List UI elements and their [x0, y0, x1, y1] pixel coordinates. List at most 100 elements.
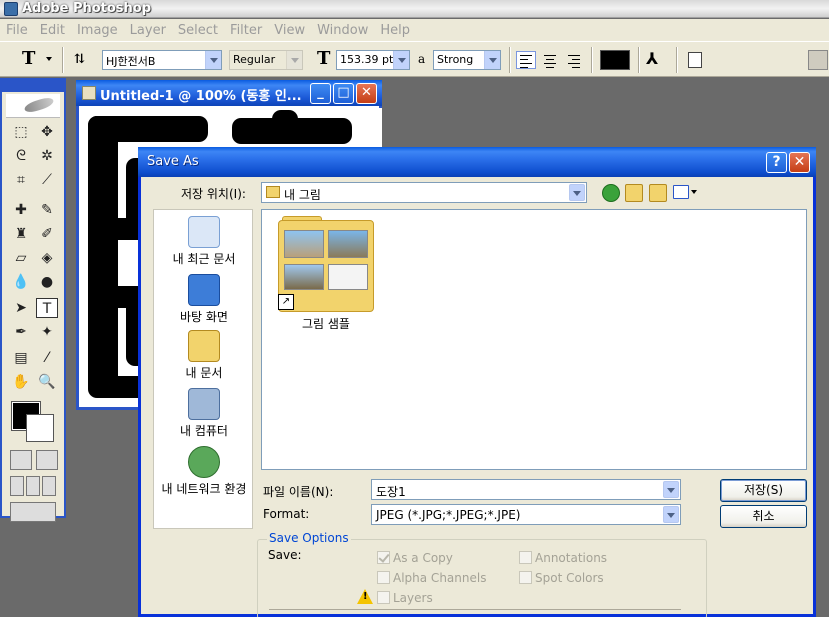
slice-tool-icon[interactable]: ⟋	[36, 170, 58, 190]
spot-colors-checkbox[interactable]	[519, 571, 532, 584]
eraser-tool-icon[interactable]: ▱	[10, 248, 32, 268]
menu-file[interactable]: File	[0, 23, 34, 38]
text-orientation-icon[interactable]: ⇅	[74, 52, 85, 67]
blur-tool-icon[interactable]: 💧	[10, 272, 32, 292]
maximize-button[interactable]: □	[333, 83, 354, 104]
marquee-tool-icon[interactable]: ⬚	[10, 122, 32, 142]
path-selection-tool-icon[interactable]: ➤	[10, 298, 32, 318]
save-in-select[interactable]: 내 그림	[261, 182, 587, 203]
menu-edit[interactable]: Edit	[34, 23, 71, 38]
menu-select[interactable]: Select	[172, 23, 224, 38]
help-button[interactable]: ?	[766, 152, 787, 173]
alpha-channels-label: Alpha Channels	[393, 571, 487, 585]
filename-value: 도장1	[376, 485, 406, 499]
place-network[interactable]: 내 네트워크 환경	[154, 446, 254, 497]
file-list[interactable]: ↗ 그림 샘플	[261, 209, 807, 470]
dialog-title: Save As	[147, 154, 199, 169]
tool-preset-dropdown-icon[interactable]	[46, 57, 52, 61]
custom-shape-tool-icon[interactable]: ✦	[36, 322, 58, 342]
as-a-copy-checkbox[interactable]	[377, 551, 390, 564]
chevron-down-icon[interactable]	[663, 481, 679, 498]
up-folder-icon[interactable]	[625, 184, 643, 202]
font-size-select[interactable]: 153.39 pt	[336, 50, 410, 70]
font-family-select[interactable]: HJ한전서B	[102, 50, 222, 70]
quick-mask-mode-button[interactable]	[36, 450, 58, 470]
notes-tool-icon[interactable]: ▤	[10, 348, 32, 368]
format-select[interactable]: JPEG (*.JPG;*.JPEG;*.JPE)	[371, 504, 681, 525]
warp-text-icon[interactable]: ⅄	[646, 49, 658, 68]
antialias-select[interactable]: Strong	[433, 50, 501, 70]
move-tool-icon[interactable]: ✥	[36, 122, 58, 142]
cancel-button[interactable]: 취소	[720, 505, 807, 528]
jump-to-imageready-button[interactable]	[10, 502, 56, 522]
place-my-computer[interactable]: 내 컴퓨터	[154, 388, 254, 439]
folder-label[interactable]: 그림 샘플	[278, 315, 374, 332]
lasso-tool-icon[interactable]: ᘓ	[10, 146, 32, 166]
dialog-close-button[interactable]: ✕	[789, 152, 810, 173]
place-recent-documents[interactable]: 내 최근 문서	[154, 216, 254, 267]
new-folder-icon[interactable]	[649, 184, 667, 202]
menu-help[interactable]: Help	[374, 23, 416, 38]
text-color-swatch[interactable]	[600, 50, 630, 70]
places-bar: 내 최근 문서 바탕 화면 내 문서 내 컴퓨터 내 네트워크 환경	[153, 209, 253, 529]
history-brush-tool-icon[interactable]: ✐	[36, 224, 58, 244]
font-style-select[interactable]: Regular	[229, 50, 303, 70]
align-left-button[interactable]	[516, 51, 536, 69]
place-my-documents[interactable]: 내 문서	[154, 330, 254, 381]
palettes-icon[interactable]	[688, 52, 702, 68]
place-desktop[interactable]: 바탕 화면	[154, 274, 254, 325]
chevron-down-icon[interactable]	[205, 51, 221, 69]
dialog-titlebar[interactable]: Save As ? ✕	[138, 147, 816, 177]
views-menu-icon[interactable]	[673, 185, 689, 199]
standard-mode-button[interactable]	[10, 450, 32, 470]
chevron-down-icon[interactable]	[484, 51, 500, 69]
chevron-down-icon[interactable]	[393, 51, 409, 69]
background-color-swatch[interactable]	[26, 414, 54, 442]
layers-checkbox[interactable]	[377, 591, 390, 604]
menu-image[interactable]: Image	[71, 23, 124, 38]
full-screen-mode-button[interactable]	[42, 476, 56, 496]
menu-filter[interactable]: Filter	[224, 23, 268, 38]
photoshop-icon	[4, 2, 18, 16]
chevron-down-icon[interactable]	[663, 506, 679, 523]
text-tool-preset-icon[interactable]: T	[22, 48, 35, 69]
paint-bucket-tool-icon[interactable]: ◈	[36, 248, 58, 268]
brush-tool-icon[interactable]: ✎	[36, 200, 58, 220]
my-computer-icon	[188, 388, 220, 420]
eyedropper-tool-icon[interactable]: ⁄	[36, 348, 58, 368]
save-button[interactable]: 저장(S)	[720, 479, 807, 502]
magic-wand-tool-icon[interactable]: ✲	[36, 146, 58, 166]
save-options-legend: Save Options	[267, 531, 351, 545]
chevron-down-icon[interactable]	[286, 51, 302, 69]
full-screen-menu-mode-button[interactable]	[26, 476, 40, 496]
annotations-checkbox[interactable]	[519, 551, 532, 564]
chevron-down-icon[interactable]	[691, 190, 697, 194]
save-in-value: 내 그림	[284, 188, 321, 202]
folder-icon[interactable]: ↗	[278, 216, 374, 312]
crop-tool-icon[interactable]: ⌗	[10, 170, 32, 190]
align-center-button[interactable]	[540, 51, 560, 69]
filename-field[interactable]: 도장1	[371, 479, 681, 500]
standard-screen-mode-button[interactable]	[10, 476, 24, 496]
menu-view[interactable]: View	[268, 23, 311, 38]
align-right-button[interactable]	[564, 51, 584, 69]
minimize-button[interactable]: _	[310, 83, 331, 104]
pen-tool-icon[interactable]: ✒	[10, 322, 32, 342]
hand-tool-icon[interactable]: ✋	[10, 372, 32, 392]
back-icon[interactable]	[602, 184, 620, 202]
alpha-channels-checkbox[interactable]	[377, 571, 390, 584]
document-titlebar[interactable]: Untitled-1 @ 100% (동홍 인... _ □ ✕	[76, 80, 382, 106]
close-button[interactable]: ✕	[356, 83, 377, 104]
file-browser-icon[interactable]	[808, 50, 828, 70]
chevron-down-icon[interactable]	[569, 184, 585, 201]
type-tool-icon[interactable]: T	[36, 298, 58, 318]
healing-brush-tool-icon[interactable]: ✚	[10, 200, 32, 220]
menu-layer[interactable]: Layer	[124, 23, 172, 38]
zoom-tool-icon[interactable]: 🔍	[36, 372, 58, 392]
font-size-value: 153.39 pt	[340, 53, 394, 66]
adobe-feather-icon[interactable]	[6, 94, 60, 118]
dodge-tool-icon[interactable]: ●	[36, 272, 58, 292]
my-documents-icon	[188, 330, 220, 362]
clone-stamp-tool-icon[interactable]: ♜	[10, 224, 32, 244]
menu-window[interactable]: Window	[311, 23, 374, 38]
